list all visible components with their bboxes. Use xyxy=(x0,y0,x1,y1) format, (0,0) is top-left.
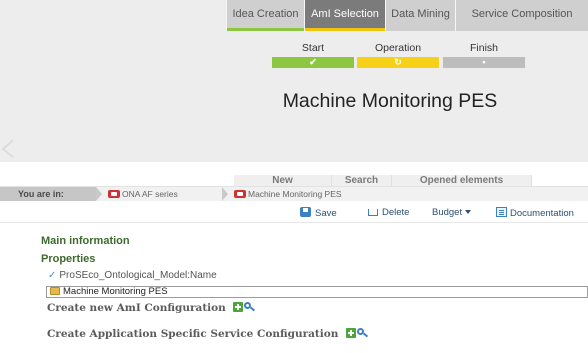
save-icon xyxy=(300,207,311,217)
budget-dropdown[interactable]: Budget xyxy=(432,207,472,219)
step-label-finish: Finish xyxy=(469,42,498,54)
add-search-icon[interactable] xyxy=(233,302,256,312)
dot-icon: • xyxy=(482,57,486,67)
trash-icon xyxy=(368,209,378,216)
phase-tab-data-mining[interactable]: Data Mining xyxy=(385,0,455,31)
phase-tab-ami-selection[interactable]: AmI Selection xyxy=(304,0,385,31)
phase-tab-underline xyxy=(227,28,304,31)
search-icon-handle xyxy=(250,306,256,312)
breadcrumb-item-ona-af-series[interactable]: ONA AF series xyxy=(108,187,178,201)
chevron-down-icon xyxy=(465,210,472,214)
documentation-label: Documentation xyxy=(510,208,574,219)
checkmark-icon: ✓ xyxy=(48,270,57,281)
document-icon xyxy=(496,207,507,217)
budget-label: Budget xyxy=(432,207,463,218)
phase-tab-idea-creation[interactable]: Idea Creation xyxy=(226,0,304,31)
plus-icon xyxy=(346,328,357,338)
breadcrumb-separator xyxy=(222,187,228,201)
breadcrumb-separator xyxy=(96,187,102,201)
checkmark-icon: ✔ xyxy=(309,57,317,67)
nav-tab-label: Opened elements xyxy=(419,175,504,186)
component-icon xyxy=(234,190,246,198)
name-field-value: Machine Monitoring PES xyxy=(63,286,168,297)
phase-tab-underline xyxy=(305,28,385,31)
create-app-service-configuration: Create Application Specific Service Conf… xyxy=(47,328,369,340)
save-button[interactable]: Save xyxy=(300,207,337,219)
step-bar-operation: ↻ xyxy=(357,57,439,68)
toolbar: Save Delete Budget Documentation xyxy=(0,203,588,223)
breadcrumb-item-machine-monitoring[interactable]: Machine Monitoring PES xyxy=(234,187,342,201)
create-ami-configuration: Create new AmI Configuration xyxy=(47,302,256,314)
page-title: Machine Monitoring PES xyxy=(282,90,498,112)
component-icon xyxy=(108,190,120,198)
breadcrumb-item-label: Machine Monitoring PES xyxy=(248,189,342,199)
phase-tab-label: Service Composition xyxy=(471,8,573,20)
refresh-icon: ↻ xyxy=(394,57,402,67)
collapse-arrow-icon[interactable] xyxy=(0,139,16,158)
step-label-operation: Operation xyxy=(374,42,422,54)
nav-tab-label: New xyxy=(272,175,293,186)
nav-tab-label: Search xyxy=(344,175,379,186)
save-label: Save xyxy=(315,208,337,219)
breadcrumb: You are in: ONA AF series Machine Monito… xyxy=(0,187,588,201)
search-icon-handle xyxy=(363,332,369,338)
name-field[interactable]: Machine Monitoring PES xyxy=(46,286,588,298)
breadcrumb-item-label: ONA AF series xyxy=(122,189,178,199)
delete-button[interactable]: Delete xyxy=(368,207,409,219)
section-properties: Properties xyxy=(41,253,96,265)
plus-icon xyxy=(233,302,244,312)
step-label-start: Start xyxy=(301,42,325,54)
create-app-label: Create Application Specific Service Conf… xyxy=(47,328,339,340)
phase-tab-label: Idea Creation xyxy=(232,8,299,20)
delete-label: Delete xyxy=(382,207,410,218)
phase-tab-label: Data Mining xyxy=(391,8,450,20)
edit-icon xyxy=(50,287,60,295)
breadcrumb-prefix: You are in: xyxy=(0,187,96,201)
phase-tab-label: AmI Selection xyxy=(311,8,379,20)
create-ami-label: Create new AmI Configuration xyxy=(47,302,226,314)
step-bar-start: ✔ xyxy=(272,57,354,68)
step-bar-finish: • xyxy=(443,57,525,68)
phase-tab-service-composition[interactable]: Service Composition xyxy=(455,0,588,31)
section-main-information: Main information xyxy=(41,235,130,247)
documentation-button[interactable]: Documentation xyxy=(496,207,574,219)
property-label: ✓ ProSEco_Ontological_Model:Name xyxy=(48,270,217,281)
add-search-icon[interactable] xyxy=(346,328,369,338)
property-label-text: ProSEco_Ontological_Model:Name xyxy=(59,270,217,281)
